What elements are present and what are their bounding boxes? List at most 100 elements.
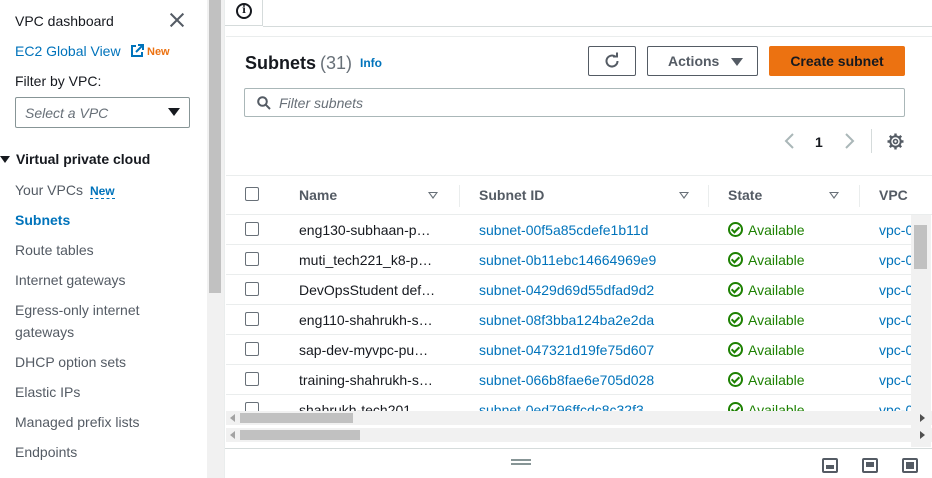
scrollbar-thumb[interactable] bbox=[240, 430, 360, 440]
vpc-link[interactable]: vpc-0 bbox=[879, 342, 911, 358]
scroll-left-arrow[interactable] bbox=[230, 431, 235, 439]
filter-by-vpc-label: Filter by VPC: bbox=[15, 73, 102, 89]
subnet-name: eng110-shahrukh-s… bbox=[299, 312, 433, 328]
status-badge: Available bbox=[728, 222, 805, 238]
scroll-right-arrow[interactable] bbox=[920, 431, 925, 439]
select-all-checkbox[interactable] bbox=[245, 187, 259, 201]
check-circle-icon bbox=[728, 252, 743, 267]
filter-search-input[interactable]: Filter subnets bbox=[244, 88, 905, 117]
main-content: i Subnets (31) Info Actions Create subnet… bbox=[224, 0, 932, 478]
subnet-id-link[interactable]: subnet-066b8fae6e705d028 bbox=[479, 372, 654, 388]
actions-label: Actions bbox=[668, 53, 720, 69]
section-label: Virtual private cloud bbox=[16, 151, 151, 167]
close-icon[interactable] bbox=[168, 11, 186, 29]
scrollbar-thumb[interactable] bbox=[240, 413, 353, 423]
sidebar-item-your-vpcs[interactable]: Your VPCs New bbox=[15, 179, 115, 202]
virtual-private-cloud-section[interactable]: Virtual private cloud bbox=[0, 151, 150, 167]
row-checkbox[interactable] bbox=[245, 222, 259, 236]
info-link[interactable]: Info bbox=[360, 56, 382, 70]
row-checkbox[interactable] bbox=[245, 372, 259, 386]
status-badge: Available bbox=[728, 252, 805, 268]
create-subnet-button[interactable]: Create subnet bbox=[769, 46, 905, 76]
table-row[interactable]: sap-dev-myvpc-pu… subnet-047321d19fe75d6… bbox=[226, 335, 911, 365]
chevron-right-icon[interactable] bbox=[843, 133, 855, 149]
scrollbar-thumb[interactable] bbox=[914, 225, 927, 269]
column-header-state[interactable]: State bbox=[728, 187, 762, 203]
sidebar-scrollbar-thumb[interactable] bbox=[209, 0, 221, 293]
sidebar-item-label-line1: Egress-only internet bbox=[15, 302, 140, 318]
table-row[interactable]: eng130-subhaan-p… subnet-00f5a85cdefe1b1… bbox=[226, 215, 911, 245]
sidebar-item-internet-gateways[interactable]: Internet gateways bbox=[15, 269, 126, 291]
table-row[interactable]: eng110-shahrukh-s… subnet-08f3bba124ba2e… bbox=[226, 305, 911, 335]
status-badge: Available bbox=[728, 342, 805, 358]
sidebar-item-egress-only-gateways[interactable]: Egress-only internet gateways bbox=[15, 299, 140, 343]
column-divider[interactable] bbox=[708, 185, 709, 207]
check-circle-icon bbox=[728, 342, 743, 357]
refresh-icon bbox=[605, 52, 619, 68]
sidebar-item-elastic-ips[interactable]: Elastic IPs bbox=[15, 381, 80, 403]
row-checkbox[interactable] bbox=[245, 252, 259, 266]
vpc-dashboard-link[interactable]: VPC dashboard bbox=[15, 13, 114, 29]
panel-bottom-icon[interactable] bbox=[822, 458, 838, 473]
row-checkbox[interactable] bbox=[245, 342, 259, 356]
subnet-id-link[interactable]: subnet-08f3bba124ba2e2da bbox=[479, 312, 654, 328]
vpc-link[interactable]: vpc-0 bbox=[879, 282, 911, 298]
check-circle-icon bbox=[728, 312, 743, 327]
scroll-left-arrow[interactable] bbox=[230, 414, 235, 422]
panel-full-icon[interactable] bbox=[902, 458, 918, 473]
table-horizontal-scrollbar[interactable] bbox=[226, 428, 932, 442]
vpc-link[interactable]: vpc-0 bbox=[879, 372, 911, 388]
table-horizontal-scrollbar[interactable] bbox=[226, 411, 932, 425]
drag-handle-icon[interactable] bbox=[511, 459, 531, 465]
subnet-name: sap-dev-myvpc-pu… bbox=[299, 342, 429, 358]
page-number[interactable]: 1 bbox=[815, 134, 823, 150]
column-header-name[interactable]: Name bbox=[299, 187, 337, 203]
caret-down-icon bbox=[168, 108, 180, 116]
table-row[interactable]: muti_tech221_k8-p… subnet-0b11ebc1466496… bbox=[226, 245, 911, 275]
column-header-vpc[interactable]: VPC bbox=[879, 187, 908, 203]
sort-icon[interactable] bbox=[428, 192, 438, 199]
sidebar-item-dhcp-option-sets[interactable]: DHCP option sets bbox=[15, 351, 126, 373]
row-checkbox[interactable] bbox=[245, 282, 259, 296]
chevron-left-icon[interactable] bbox=[784, 133, 796, 149]
panel-side-icon[interactable] bbox=[862, 458, 878, 473]
sort-icon[interactable] bbox=[679, 192, 689, 199]
subnet-id-link[interactable]: subnet-00f5a85cdefe1b11d bbox=[479, 222, 648, 238]
table-row[interactable]: DevOpsStudent def… subnet-0429d69d55dfad… bbox=[226, 275, 911, 305]
row-checkbox[interactable] bbox=[245, 312, 259, 326]
refresh-button[interactable] bbox=[588, 46, 636, 76]
vpc-link[interactable]: vpc-0 bbox=[879, 252, 911, 268]
column-divider[interactable] bbox=[459, 185, 460, 207]
split-panel-bar bbox=[225, 448, 932, 478]
table-row[interactable]: training-shahrukh-s… subnet-066b8fae6e70… bbox=[226, 365, 911, 395]
vpc-link[interactable]: vpc-0 bbox=[879, 312, 911, 328]
gear-icon[interactable] bbox=[887, 133, 904, 150]
sidebar-item-endpoints[interactable]: Endpoints bbox=[15, 441, 77, 463]
subnet-id-link[interactable]: subnet-0429d69d55dfad9d2 bbox=[479, 282, 654, 298]
vpc-filter-select[interactable]: Select a VPC bbox=[15, 97, 190, 128]
info-icon: i bbox=[236, 3, 252, 19]
search-placeholder: Filter subnets bbox=[279, 95, 364, 111]
ec2-global-view-link[interactable]: EC2 Global View bbox=[15, 43, 145, 59]
divider bbox=[871, 129, 872, 153]
column-divider[interactable] bbox=[859, 185, 860, 207]
sort-icon[interactable] bbox=[829, 192, 839, 199]
new-badge: New bbox=[89, 184, 115, 199]
vpc-link[interactable]: vpc-0 bbox=[879, 222, 911, 238]
page-title-text: Subnets bbox=[245, 53, 317, 73]
subnet-id-link[interactable]: subnet-0b11ebc14664969e9 bbox=[479, 252, 656, 268]
column-header-subnet-id[interactable]: Subnet ID bbox=[479, 187, 544, 203]
state-text: Available bbox=[748, 372, 805, 388]
state-text: Available bbox=[748, 252, 805, 268]
actions-dropdown[interactable]: Actions bbox=[647, 46, 758, 76]
subnet-id-link[interactable]: subnet-047321d19fe75d607 bbox=[479, 342, 654, 358]
scroll-right-arrow[interactable] bbox=[920, 414, 925, 422]
ec2-global-view-label[interactable]: EC2 Global View bbox=[15, 43, 121, 59]
sidebar-item-managed-prefix-lists[interactable]: Managed prefix lists bbox=[15, 411, 140, 433]
info-panel-toggle[interactable]: i bbox=[225, 0, 263, 26]
subnet-name: training-shahrukh-s… bbox=[299, 372, 433, 388]
subnet-name: muti_tech221_k8-p… bbox=[299, 252, 433, 268]
status-badge: Available bbox=[728, 372, 805, 388]
sidebar-item-subnets[interactable]: Subnets bbox=[15, 209, 70, 231]
sidebar-item-route-tables[interactable]: Route tables bbox=[15, 239, 94, 261]
